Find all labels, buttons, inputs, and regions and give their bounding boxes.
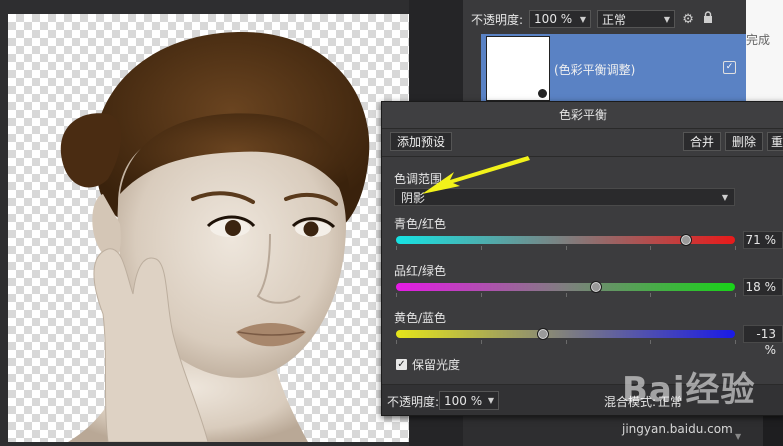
slider-tick <box>480 293 482 297</box>
slider-label: 黄色/蓝色 <box>394 311 447 325</box>
reset-button[interactable]: 重 <box>767 132 783 151</box>
scroll-down-icon[interactable]: ▼ <box>735 432 741 441</box>
gear-icon[interactable]: ⚙ <box>681 12 695 27</box>
slider-ticks <box>396 246 736 250</box>
slider-tick <box>565 293 567 297</box>
annotation-arrow-icon <box>422 156 530 194</box>
done-text: 完成 <box>746 33 771 47</box>
slider-tick <box>396 340 397 344</box>
chevron-down-icon[interactable]: ▼ <box>580 15 586 24</box>
layers-panel: 不透明度: 100 % ▼ 正常 ▼ ⚙ (色彩平衡调整) ✓ <box>463 0 746 104</box>
opacity-value: 100 % <box>534 12 573 26</box>
blend-mode-value: 正常 <box>602 12 627 27</box>
chevron-down-icon[interactable]: ▼ <box>664 15 670 24</box>
preserve-luminosity-label: 保留光度 <box>412 358 461 372</box>
slider-knob[interactable] <box>537 328 550 340</box>
layer-visibility-checkbox[interactable]: ✓ <box>723 61 736 74</box>
watermark-url: jingyan.baidu.com <box>622 422 733 436</box>
chevron-down-icon[interactable]: ▼ <box>722 193 728 202</box>
slider-tick <box>565 246 567 250</box>
slider-knob[interactable] <box>590 281 602 293</box>
merge-button[interactable]: 合并 <box>683 132 722 151</box>
slider-tick <box>735 246 736 250</box>
blend-mode-select[interactable]: 正常 ▼ <box>597 10 676 28</box>
dialog-footer: 不透明度: 100 % ▼ 混合模式: 正常 <box>382 384 783 415</box>
right-side-panel: 完成 <box>746 0 783 104</box>
slider-tick <box>650 293 652 297</box>
portrait-image <box>60 31 370 442</box>
footer-opacity-label: 不透明度: <box>387 395 440 409</box>
footer-opacity-value: 100 % <box>444 393 483 408</box>
slider-ticks <box>396 293 736 297</box>
slider-track[interactable] <box>396 283 735 291</box>
slider-knob[interactable] <box>679 234 692 246</box>
slider-label: 青色/红色 <box>394 217 447 231</box>
preserve-luminosity-checkbox[interactable]: ✓ <box>396 359 407 370</box>
slider-tick <box>396 246 397 250</box>
slider-tick <box>480 340 482 344</box>
opacity-input[interactable]: 100 % ▼ <box>529 10 592 28</box>
chevron-down-icon[interactable]: ▼ <box>488 396 494 405</box>
slider-label: 品红/绿色 <box>394 264 447 278</box>
layer-thumbnail <box>486 36 550 101</box>
slider-value-input[interactable]: -13 % <box>743 325 783 357</box>
delete-button[interactable]: 删除 <box>725 132 764 151</box>
slider-ticks <box>396 340 736 344</box>
dialog-title: 色彩平衡 <box>382 102 783 129</box>
preserve-luminosity-option[interactable]: ✓ 保留光度 <box>396 356 460 373</box>
slider-tick <box>565 340 567 344</box>
document-canvas[interactable] <box>8 14 409 442</box>
footer-blend-select[interactable]: 正常 <box>658 393 682 410</box>
slider-tick <box>735 340 736 344</box>
slider-tick <box>650 340 652 344</box>
adjustment-icon <box>538 89 547 98</box>
slider-track[interactable] <box>396 330 735 338</box>
color-balance-dialog: 色彩平衡 添加预设 合并 删除 重 色调范围 阴影 ▼ 青色/红色 71 % 品… <box>381 101 783 416</box>
layer-name: (色彩平衡调整) <box>554 63 636 77</box>
slider-tick <box>480 246 482 250</box>
layer-options-row: 不透明度: 100 % ▼ 正常 ▼ ⚙ <box>463 8 715 30</box>
lock-icon[interactable] <box>701 11 715 27</box>
layer-item[interactable]: (色彩平衡调整) ✓ <box>481 34 746 104</box>
add-preset-button[interactable]: 添加预设 <box>390 132 453 151</box>
footer-opacity-input[interactable]: 100 % ▼ <box>439 391 499 410</box>
slider-value-input[interactable]: 71 % <box>743 231 783 249</box>
slider-value-input[interactable]: 18 % <box>743 278 783 296</box>
opacity-label: 不透明度: <box>471 12 524 27</box>
slider-tick <box>650 246 652 250</box>
slider-tick <box>735 293 736 297</box>
footer-blend-label: 混合模式: <box>604 395 657 409</box>
slider-tick <box>396 293 397 297</box>
